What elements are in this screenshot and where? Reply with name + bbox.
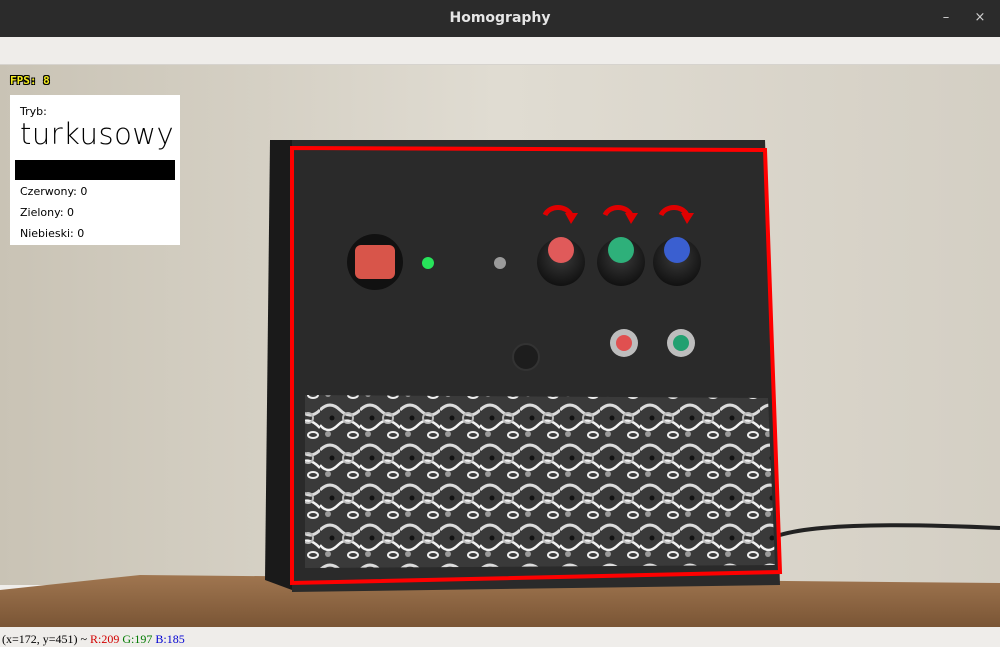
counter-blue: Niebieski: 0 — [20, 227, 84, 240]
coords-readout: (x=172, y=451) ~ — [2, 632, 88, 646]
window-title: Homography — [449, 10, 551, 26]
green-led — [422, 257, 434, 269]
counter-red: Czerwony: 0 — [20, 185, 87, 198]
marble-panel — [305, 395, 775, 568]
fps-indicator: FPS: 8 — [10, 74, 50, 87]
pixel-readout: (x=172, y=451) ~ R:209 G:197 B:185 — [2, 632, 185, 647]
fps-label: FPS: — [10, 74, 37, 87]
counter-blue-label: Niebieski: — [20, 227, 74, 240]
mode-color-bar — [15, 160, 175, 180]
counter-red-label: Czerwony: — [20, 185, 77, 198]
counter-red-value: 0 — [80, 185, 88, 198]
green-readout: G:197 — [122, 632, 153, 646]
close-button[interactable]: × — [969, 7, 991, 29]
red-readout: R:209 — [90, 632, 120, 646]
button-green — [673, 335, 689, 351]
counter-green: Zielony: 0 — [20, 206, 74, 219]
blue-readout: B:185 — [155, 632, 185, 646]
counter-green-label: Zielony: — [20, 206, 64, 219]
toolbar — [0, 37, 1000, 65]
fps-value: 8 — [43, 74, 50, 87]
knob-red-cap — [548, 237, 574, 263]
sensor-hole — [512, 343, 540, 371]
title-bar: Homography – × — [0, 0, 1000, 37]
led-off — [494, 257, 506, 269]
mode-value: turkusowy — [20, 117, 175, 151]
knob-blue-cap — [664, 237, 690, 263]
button-red — [616, 335, 632, 351]
minimize-button[interactable]: – — [935, 7, 957, 29]
counter-blue-value: 0 — [77, 227, 85, 240]
power-switch — [355, 245, 395, 279]
counter-green-value: 0 — [67, 206, 75, 219]
mode-panel: Tryb: turkusowy Czerwony: 0 Zielony: 0 N… — [10, 95, 180, 245]
knob-green-cap — [608, 237, 634, 263]
